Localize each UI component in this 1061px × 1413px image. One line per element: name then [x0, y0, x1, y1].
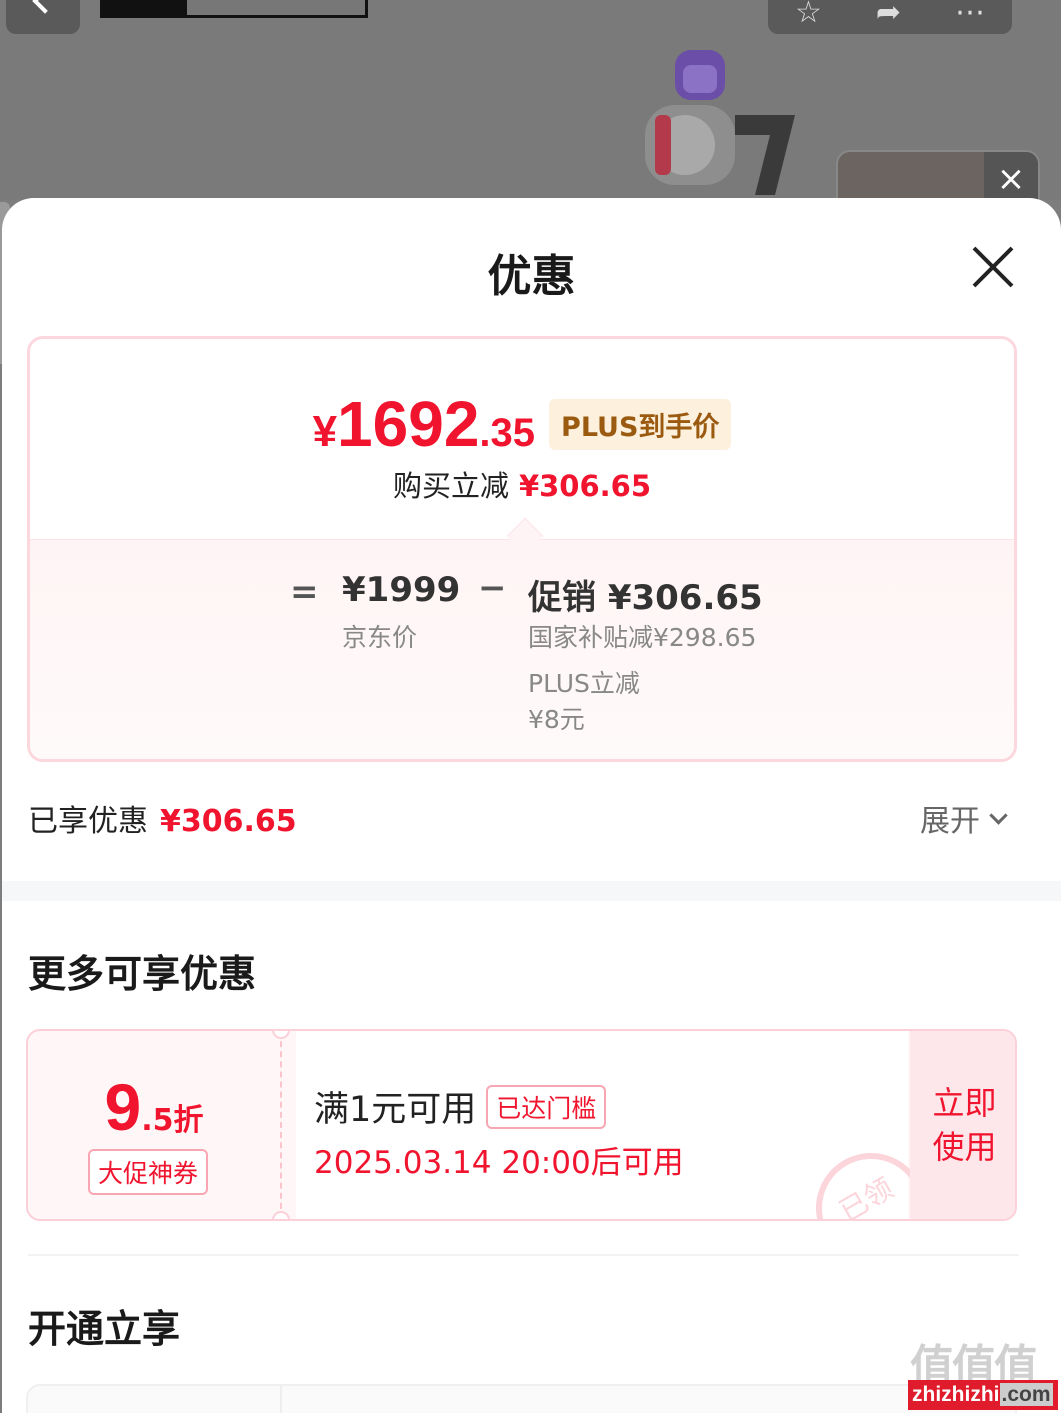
- plus-price-tag: PLUS到手价: [549, 399, 732, 450]
- price-summary-card: ¥1692.35 PLUS到手价 购买立减 ¥306.65 = ¥1999 京东价…: [27, 336, 1017, 762]
- plus-reduction-label: PLUS立减: [528, 669, 640, 698]
- condition-text: 满1元可用: [314, 1090, 477, 1130]
- plus-reduction-amount: ¥8元: [528, 705, 585, 734]
- enjoyed-discount-row: 已享优惠 ¥306.65: [28, 796, 297, 840]
- chevron-down-icon: [989, 805, 1008, 825]
- purchase-reduction: 购买立减 ¥306.65: [30, 463, 1014, 505]
- star-icon[interactable]: ☆: [795, 0, 822, 30]
- coupon-valid-time: 2025.03.14 20:00后可用: [314, 1145, 684, 1181]
- share-icon[interactable]: ➦: [876, 0, 901, 30]
- minus-sign: −: [478, 568, 507, 608]
- close-icon[interactable]: ×: [984, 152, 1038, 200]
- sheet-title: 优惠: [487, 251, 576, 302]
- use-now-button[interactable]: 立即使用: [910, 1031, 1015, 1219]
- tab-segment-active[interactable]: [103, 0, 187, 15]
- perforation-notch-bottom: [272, 1211, 290, 1219]
- watermark-tld: .com: [999, 1383, 1053, 1406]
- coupon-card[interactable]: 9.5折 大促神券 满1元可用 已达门槛 2025.03.14 20:00后可用…: [26, 1029, 1017, 1221]
- enjoyed-amount: ¥306.65: [160, 804, 297, 839]
- equals-sign: =: [290, 572, 319, 612]
- expand-button[interactable]: 展开: [920, 796, 1008, 840]
- coupon-value: 9.5折 大促神券: [28, 1031, 280, 1219]
- watermark-site: zhizhizhi: [912, 1383, 1000, 1406]
- floating-video-thumb[interactable]: ×: [836, 150, 1040, 200]
- card-separator: [280, 1386, 282, 1413]
- open-membership-title: 开通立享: [28, 1307, 181, 1351]
- product-page-backdrop: ☆ ➦ ⋯ ×: [0, 0, 1061, 200]
- coupon-details: 满1元可用 已达门槛 2025.03.14 20:00后可用 已领: [296, 1031, 947, 1219]
- coupon-discount: 9.5折: [28, 1069, 280, 1145]
- tab-segment-bar[interactable]: [100, 0, 368, 18]
- watermark-domain: zhizhizhi.com: [908, 1380, 1058, 1410]
- discount-fraction: .5折: [141, 1103, 204, 1138]
- price-integer: 1692: [337, 388, 480, 460]
- price-decimal: .35: [479, 411, 536, 455]
- jd-price: ¥1999: [342, 570, 461, 610]
- section-divider: [2, 881, 1061, 901]
- final-price-row: ¥1692.35 PLUS到手价: [30, 387, 1014, 461]
- coupon-type-tag: 大促神券: [88, 1149, 209, 1195]
- back-button[interactable]: [6, 0, 80, 34]
- promo-total: 促销 ¥306.65: [528, 578, 763, 618]
- price-symbol: ¥: [312, 407, 338, 456]
- membership-card[interactable]: [26, 1384, 1017, 1413]
- close-button[interactable]: [968, 242, 1018, 292]
- section-divider-thin: [28, 1254, 1019, 1256]
- coupon-condition: 满1元可用 已达门槛: [314, 1081, 607, 1132]
- more-icon[interactable]: ⋯: [955, 0, 985, 30]
- product-image: [645, 50, 795, 195]
- reduction-amount: ¥306.65: [518, 469, 652, 503]
- chevron-left-icon: [32, 0, 58, 14]
- threshold-reached-badge: 已达门槛: [486, 1084, 607, 1129]
- jd-price-label: 京东价: [342, 623, 418, 652]
- price-breakdown: = ¥1999 京东价 − 促销 ¥306.65 国家补贴减¥298.65 PL…: [30, 539, 1014, 759]
- reduction-label: 购买立减: [392, 469, 509, 503]
- discount-sheet: 优惠 ¥1692.35 PLUS到手价 购买立减 ¥306.65 = ¥1999 …: [2, 198, 1061, 1413]
- coupon-perforation: [280, 1031, 282, 1219]
- discount-number: 9: [104, 1070, 142, 1144]
- subsidy-line: 国家补贴减¥298.65: [528, 623, 757, 652]
- final-price: ¥1692.35: [313, 387, 535, 461]
- enjoyed-label: 已享优惠: [28, 804, 148, 839]
- top-action-group: ☆ ➦ ⋯: [768, 0, 1012, 34]
- more-discounts-title: 更多可享优惠: [28, 952, 257, 996]
- site-watermark: 值值值 zhizhizhi.com: [908, 1330, 1058, 1413]
- expand-label: 展开: [920, 804, 980, 839]
